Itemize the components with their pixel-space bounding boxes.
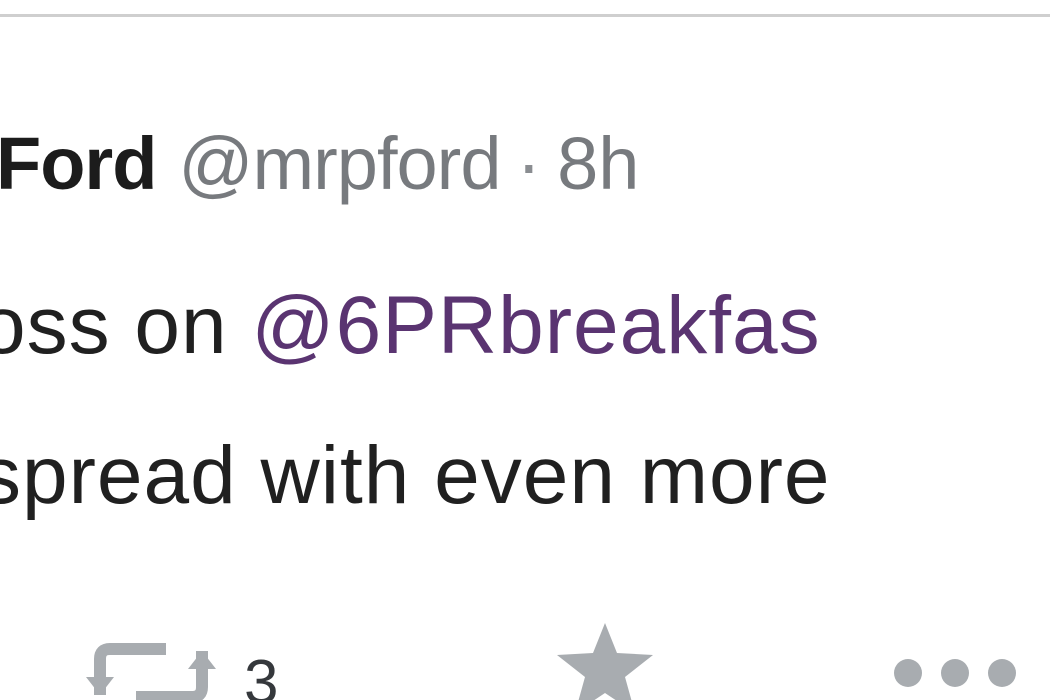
tweet-text-line-2: spread with even more [0,430,831,521]
more-button[interactable] [890,655,1020,691]
tweet-text-line-1: oss on @6PRbreakfas [0,285,1050,367]
tweet-text-prefix: oss on [0,280,252,371]
tweet-card[interactable]: Ford @mrpford · 8h oss on @6PRbreakfas spre… [0,17,1050,700]
top-border [0,0,1050,17]
tweet-actions: 3 [0,609,1050,700]
star-icon [555,623,655,700]
more-dots-icon [890,655,1020,691]
retweet-icon [86,631,216,700]
retweet-count: 3 [244,648,279,700]
meta-separator: · [516,122,542,205]
tweet-timestamp[interactable]: 8h [557,122,639,205]
author-name[interactable]: Ford [0,122,157,205]
page: Ford @mrpford · 8h oss on @6PRbreakfas spre… [0,0,1050,700]
tweet-header: Ford @mrpford · 8h [0,127,639,201]
mention-link[interactable]: @6PRbreakfas [251,280,820,371]
favorite-button[interactable] [555,623,655,700]
author-handle[interactable]: @mrpford [178,122,501,205]
retweet-button[interactable]: 3 [86,631,278,700]
